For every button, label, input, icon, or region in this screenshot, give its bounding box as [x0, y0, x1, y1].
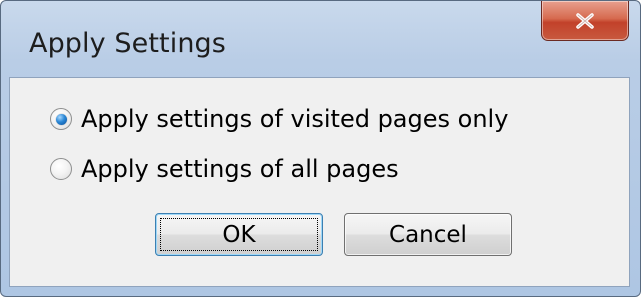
close-icon	[575, 12, 595, 29]
title-bar[interactable]: Apply Settings	[1, 1, 640, 77]
radio-button-selected[interactable]	[50, 108, 72, 130]
radio-label-visited-pages: Apply settings of visited pages only	[81, 105, 509, 133]
radio-button-unselected[interactable]	[50, 158, 72, 180]
radio-label-all-pages: Apply settings of all pages	[81, 155, 399, 183]
apply-settings-dialog: Apply Settings Apply settings of visited…	[0, 0, 641, 297]
radio-option-all-pages[interactable]: Apply settings of all pages	[50, 155, 399, 183]
dialog-content: Apply settings of visited pages only App…	[9, 77, 630, 287]
radio-dot-icon	[55, 113, 67, 125]
dialog-title: Apply Settings	[29, 28, 226, 59]
cancel-button[interactable]: Cancel	[344, 213, 512, 256]
cancel-button-label: Cancel	[389, 221, 467, 248]
ok-button-label: OK	[222, 221, 256, 248]
ok-button[interactable]: OK	[155, 213, 323, 256]
close-button[interactable]	[541, 1, 629, 41]
radio-option-visited-pages[interactable]: Apply settings of visited pages only	[50, 105, 508, 133]
